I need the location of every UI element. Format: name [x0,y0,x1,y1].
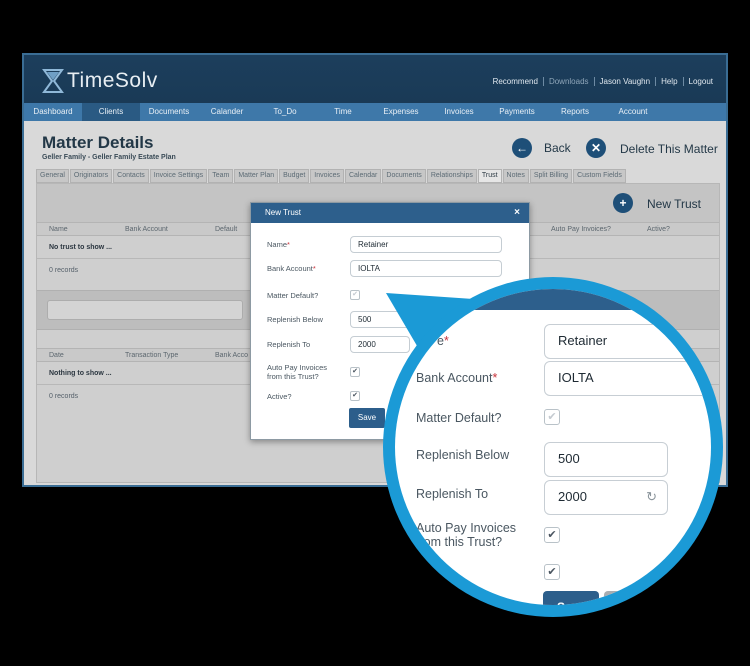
zoom-name-label: e* [437,334,449,348]
zoom-replenish-below-label: Replenish Below [416,448,510,462]
refresh-icon[interactable]: ↻ [646,481,657,513]
zoom-replenish-to-input[interactable]: 2000 ↻ [544,480,668,515]
zoom-active-checkbox[interactable]: ✔ [544,564,560,580]
magnifier-lens: e* Retainer Bank Account* IOLTA Matter D… [383,277,723,617]
zoom-replenish-to-value: 2000 [558,489,587,504]
zoom-autopay-label: Auto Pay Invoices from this Trust? [416,521,517,549]
zoom-replenish-to-label: Replenish To [416,487,489,501]
zoom-default-label: Matter Default? [416,411,502,425]
zoom-autopay-checkbox[interactable]: ✔ [544,527,560,543]
zoom-name-input[interactable]: Retainer [544,324,711,359]
zoom-replenish-below-input[interactable]: 500 [544,442,668,477]
zoomed-modal-header [395,289,711,310]
zoom-active-label: ve? [425,565,446,579]
screenshot-stage: TimeSolv Recommend Downloads Jason Vaugh… [0,0,750,666]
zoom-cancel-button[interactable]: Ca [604,591,664,605]
zoom-default-checkbox[interactable]: ✔ [544,409,560,425]
zoom-bank-select[interactable]: IOLTA [544,361,711,396]
zoom-bank-label: Bank Account* [416,371,498,385]
zoom-save-button[interactable]: Save [543,591,599,605]
zoomed-modal: e* Retainer Bank Account* IOLTA Matter D… [395,289,711,605]
